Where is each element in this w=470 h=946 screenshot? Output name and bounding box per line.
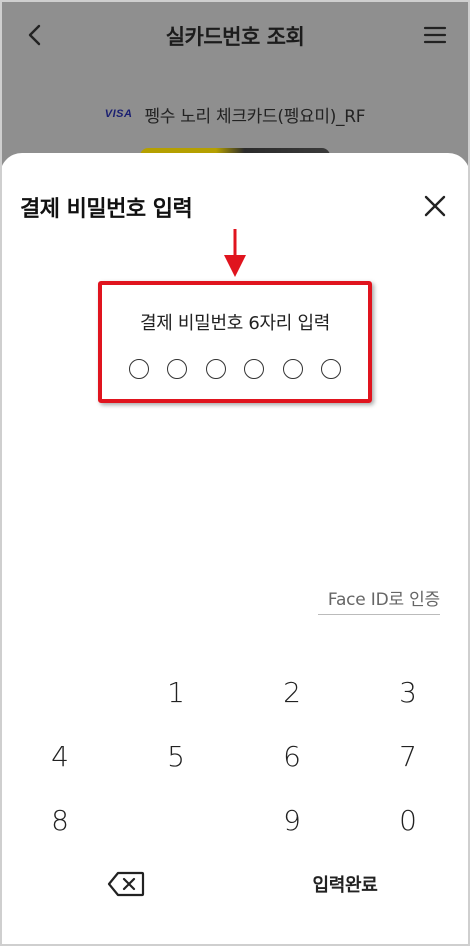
key-5[interactable]: 5 bbox=[136, 730, 216, 782]
backspace-button[interactable] bbox=[86, 858, 166, 910]
card-name-row: VISA 펭수 노리 체크카드(펭요미)_RF bbox=[0, 96, 470, 132]
pin-label: 결제 비밀번호 6자리 입력 bbox=[139, 313, 331, 334]
pin-input-highlight: 결제 비밀번호 6자리 입력 bbox=[98, 281, 372, 403]
key-2[interactable]: 2 bbox=[252, 666, 332, 718]
pin-dot bbox=[128, 359, 149, 379]
close-button[interactable] bbox=[420, 191, 450, 221]
menu-button[interactable] bbox=[418, 18, 452, 52]
key-6[interactable]: 6 bbox=[252, 730, 332, 782]
hamburger-menu-icon bbox=[423, 26, 447, 44]
key-1[interactable]: 1 bbox=[136, 666, 216, 718]
key-9[interactable]: 9 bbox=[252, 794, 332, 846]
done-button[interactable]: 입력완료 bbox=[290, 858, 400, 910]
card-name: 펭수 노리 체크카드(펭요미)_RF bbox=[144, 106, 366, 127]
key-7[interactable]: 7 bbox=[368, 730, 448, 782]
pin-dots[interactable] bbox=[102, 359, 368, 379]
pin-dot bbox=[282, 359, 303, 379]
chevron-left-icon bbox=[28, 24, 41, 46]
pin-entry-sheet: 결제 비밀번호 입력 결제 비밀번호 6자리 입력 Face ID로 인증 1 … bbox=[0, 153, 470, 946]
back-button[interactable] bbox=[18, 18, 52, 52]
page-title: 실카드번호 조회 bbox=[165, 25, 305, 49]
key-0[interactable]: 0 bbox=[368, 794, 448, 846]
backspace-icon bbox=[107, 871, 145, 897]
key-3[interactable]: 3 bbox=[368, 666, 448, 718]
visa-logo: VISA bbox=[104, 108, 133, 120]
annotation-arrow-icon bbox=[224, 229, 246, 277]
pin-dot bbox=[205, 359, 226, 379]
faceid-auth-link[interactable]: Face ID로 인증 bbox=[318, 583, 440, 615]
app-header: 실카드번호 조회 bbox=[0, 0, 470, 72]
key-8[interactable]: 8 bbox=[20, 794, 100, 846]
pin-dot bbox=[321, 359, 342, 379]
pin-dot bbox=[167, 359, 188, 379]
close-icon bbox=[424, 195, 446, 217]
pin-dot bbox=[244, 359, 265, 379]
key-4[interactable]: 4 bbox=[20, 730, 100, 782]
sheet-title: 결제 비밀번호 입력 bbox=[20, 197, 193, 222]
